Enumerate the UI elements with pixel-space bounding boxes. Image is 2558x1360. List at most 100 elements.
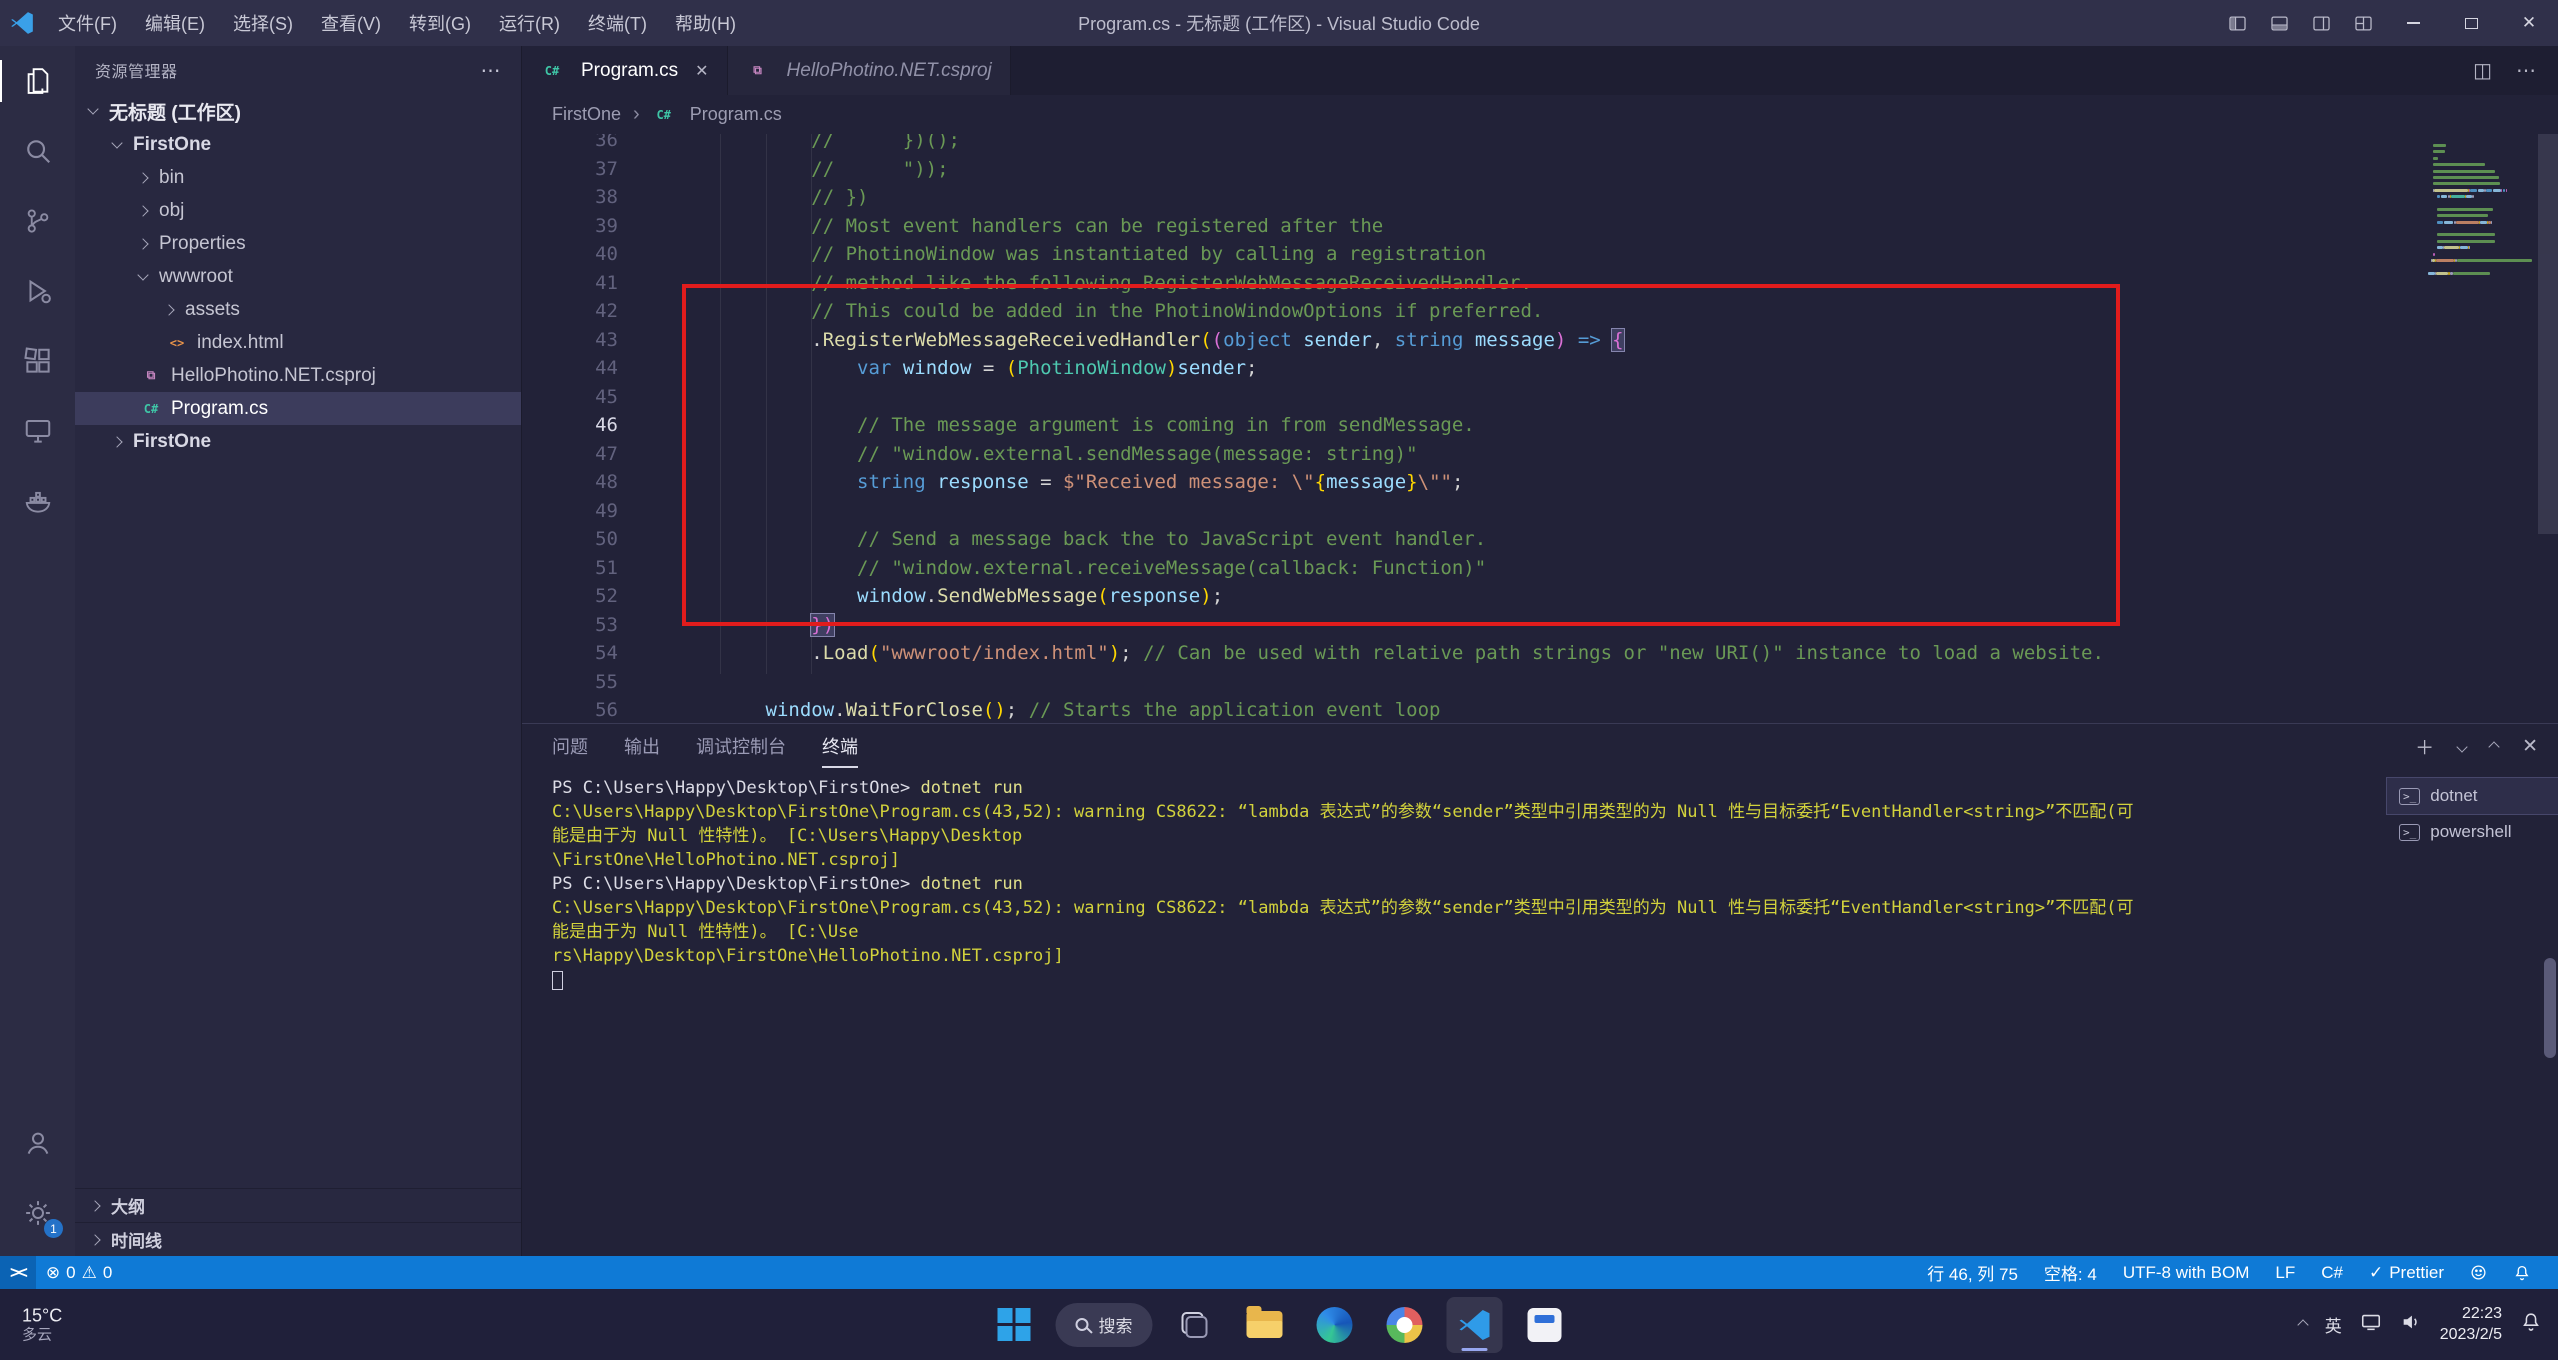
remote-explorer-icon[interactable] — [0, 396, 75, 466]
maximize-button[interactable] — [2442, 0, 2500, 46]
terminal-process-list: >_ dotnet >_ powershell — [2386, 768, 2558, 1256]
maximize-panel-icon[interactable] — [2488, 735, 2500, 757]
cursor-position[interactable]: 行 46, 列 75 — [1914, 1256, 2031, 1289]
language-mode[interactable]: C# — [2308, 1256, 2356, 1289]
code-line[interactable]: 56 window.WaitForClose(); // Starts the … — [522, 696, 2518, 723]
menu-item[interactable]: 编辑(E) — [131, 0, 219, 46]
menu-item[interactable]: 转到(G) — [395, 0, 485, 46]
explorer-icon[interactable] — [0, 46, 75, 116]
terminal-process-dotnet[interactable]: >_ dotnet — [2386, 777, 2558, 815]
code-line[interactable]: 40 // PhotinoWindow was instantiated by … — [522, 240, 2518, 269]
code-line[interactable]: 38 // }) — [522, 183, 2518, 212]
formatter-status[interactable]: ✓ Prettier — [2356, 1256, 2457, 1289]
outline-section[interactable]: 大纲 — [75, 1188, 521, 1222]
breadcrumb-file[interactable]: Program.cs — [690, 104, 782, 125]
tree-item-label: wwwroot — [159, 265, 233, 287]
feedback-icon[interactable] — [2457, 1256, 2500, 1289]
customize-layout-icon[interactable] — [2342, 0, 2384, 46]
close-button[interactable]: ✕ — [2500, 0, 2558, 46]
remote-icon[interactable]: >< — [0, 1256, 36, 1289]
menu-item[interactable]: 查看(V) — [307, 0, 395, 46]
tree-item-FirstOne[interactable]: FirstOne — [75, 128, 521, 161]
terminal-output[interactable]: PS C:\Users\Happy\Desktop\FirstOne> dotn… — [522, 768, 2387, 1256]
notifications-bell-icon[interactable] — [2500, 1256, 2544, 1289]
start-button[interactable] — [986, 1297, 1042, 1353]
terminal-process-powershell[interactable]: >_ powershell — [2387, 814, 2558, 850]
breadcrumb: FirstOne › C# Program.cs — [522, 95, 2558, 134]
menu-item[interactable]: 运行(R) — [485, 0, 574, 46]
volume-icon[interactable] — [2400, 1311, 2422, 1338]
terminal-scrollbar[interactable] — [2544, 958, 2556, 1058]
clock[interactable]: 22:23 2023/2/5 — [2440, 1304, 2502, 1346]
line-number: 48 — [595, 471, 618, 493]
panel-tab-输出[interactable]: 输出 — [624, 724, 660, 768]
ime-indicator[interactable]: 英 — [2325, 1312, 2342, 1337]
settings-gear-icon[interactable]: 1 — [0, 1178, 75, 1248]
task-view-button[interactable] — [1167, 1297, 1223, 1353]
chevron-right-icon — [137, 237, 149, 250]
status-bar: >< ⊗ 0 ⚠ 0 行 46, 列 75 空格: 4 UTF-8 with BOM… — [0, 1256, 2558, 1289]
file-explorer-button[interactable] — [1237, 1297, 1293, 1353]
tree-item-bin[interactable]: bin — [75, 161, 521, 194]
photino-app-button[interactable] — [1517, 1297, 1573, 1353]
problems-status[interactable]: ⊗ 0 ⚠ 0 — [36, 1256, 122, 1289]
code-line[interactable]: 54 .Load("wwwroot/index.html"); // Can b… — [522, 639, 2518, 668]
close-panel-icon[interactable]: ✕ — [2522, 735, 2538, 758]
minimize-button[interactable] — [2384, 0, 2442, 46]
split-editor-icon[interactable]: ◫ — [2473, 58, 2492, 83]
line-number: 45 — [595, 385, 618, 408]
new-terminal-icon[interactable]: ＋ — [2415, 733, 2434, 760]
tree-item-wwwroot[interactable]: wwwroot — [75, 260, 521, 293]
notification-bell-icon[interactable] — [2520, 1311, 2542, 1338]
encoding[interactable]: UTF-8 with BOM — [2110, 1256, 2263, 1289]
code-line[interactable]: 55 — [522, 668, 2518, 697]
extensions-icon[interactable] — [0, 326, 75, 396]
weather-widget[interactable]: 15°C 多云 — [22, 1304, 62, 1345]
tree-item-index.html[interactable]: <> index.html — [75, 326, 521, 359]
explorer-more-actions-icon[interactable]: ⋯ — [481, 58, 502, 83]
close-tab-icon[interactable]: ✕ — [695, 61, 708, 81]
editor-scrollbar[interactable] — [2538, 134, 2558, 534]
tree-item-Program.cs[interactable]: C# Program.cs — [75, 392, 521, 425]
taskbar-search[interactable]: 搜索 — [1055, 1302, 1153, 1347]
tab-hellophotino-csproj[interactable]: ⧉ HelloPhotino.NET.csproj — [727, 46, 1011, 95]
source-control-icon[interactable] — [0, 186, 75, 256]
edge-button[interactable] — [1307, 1297, 1363, 1353]
code-line[interactable]: 37 // ")); — [522, 155, 2518, 184]
search-icon[interactable] — [0, 116, 75, 186]
toggle-panel-icon[interactable] — [2258, 0, 2300, 46]
tree-item-obj[interactable]: obj — [75, 194, 521, 227]
tray-chevron-icon[interactable] — [2297, 1318, 2309, 1331]
code-editor[interactable]: 36 // })(); 37 // ")); 38 // }) 39 // Most … — [522, 134, 2558, 723]
code-line[interactable]: 36 // })(); — [522, 134, 2518, 155]
toggle-secondary-sidebar-icon[interactable] — [2300, 0, 2342, 46]
tab-program-cs[interactable]: C# Program.cs ✕ — [522, 46, 728, 95]
timeline-section[interactable]: 时间线 — [75, 1222, 521, 1256]
minimap[interactable] — [2420, 144, 2532, 278]
cast-screen-icon[interactable] — [2360, 1311, 2382, 1338]
docker-icon[interactable] — [0, 466, 75, 536]
photos-button[interactable] — [1377, 1297, 1433, 1353]
panel-tab-问题[interactable]: 问题 — [552, 724, 588, 768]
tree-item-HelloPhotino.NET.csproj[interactable]: ⧉ HelloPhotino.NET.csproj — [75, 359, 521, 392]
terminal-dropdown-icon[interactable] — [2456, 735, 2468, 757]
toggle-sidebar-icon[interactable] — [2216, 0, 2258, 46]
run-debug-icon[interactable] — [0, 256, 75, 326]
workspace-root[interactable]: 无标题 (工作区) — [75, 94, 521, 128]
panel-tab-终端[interactable]: 终端 — [822, 724, 858, 768]
menu-item[interactable]: 文件(F) — [44, 0, 131, 46]
editor-more-actions-icon[interactable]: ⋯ — [2516, 58, 2536, 83]
eol[interactable]: LF — [2262, 1256, 2308, 1289]
panel-tab-调试控制台[interactable]: 调试控制台 — [696, 724, 786, 768]
vscode-taskbar-button[interactable] — [1446, 1296, 1503, 1353]
tree-item-FirstOne[interactable]: FirstOne — [75, 425, 521, 458]
breadcrumb-folder[interactable]: FirstOne — [552, 104, 621, 125]
account-icon[interactable] — [0, 1108, 75, 1178]
tree-item-assets[interactable]: assets — [75, 293, 521, 326]
code-line[interactable]: 39 // Most event handlers can be registe… — [522, 212, 2518, 241]
menu-item[interactable]: 帮助(H) — [661, 0, 750, 46]
menu-item[interactable]: 选择(S) — [219, 0, 307, 46]
tree-item-Properties[interactable]: Properties — [75, 227, 521, 260]
menu-item[interactable]: 终端(T) — [574, 0, 661, 46]
indentation[interactable]: 空格: 4 — [2031, 1256, 2110, 1289]
